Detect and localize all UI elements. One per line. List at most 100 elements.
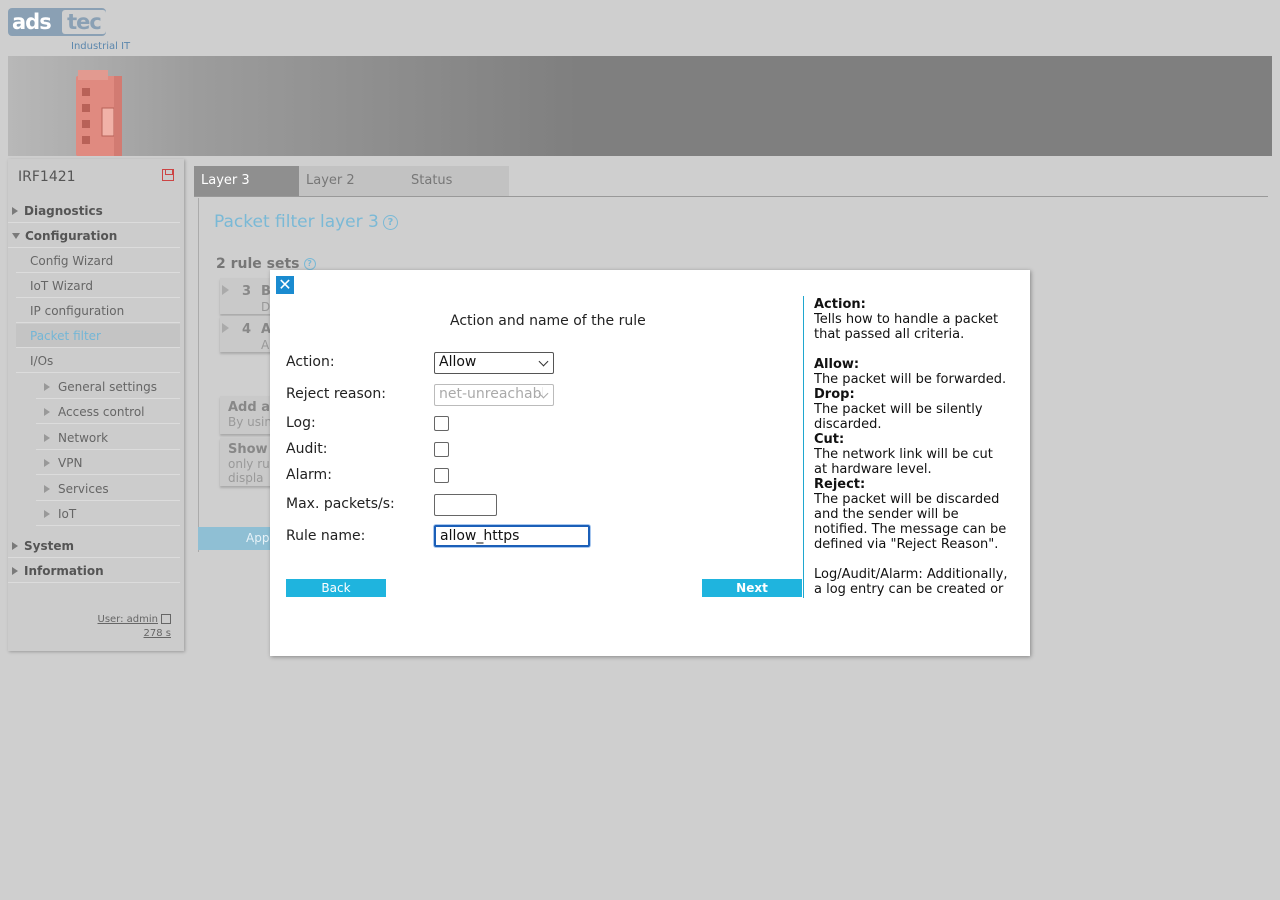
sidebar-item-label: IP configuration [30,304,125,318]
help-icon[interactable]: ? [303,258,316,270]
log-label: Log: [286,415,316,431]
session-timer[interactable]: 278 s [144,628,171,639]
collapse-arrow-icon [12,232,20,239]
logo-tagline: Industrial IT [71,41,131,52]
action-label: Action: [286,354,335,370]
sidebar-item-label: VPN [58,456,83,470]
expand-arrow-icon [12,541,18,550]
sidebar-item-label: Information [24,564,104,578]
help-icon[interactable]: ? [382,214,398,230]
audit-label: Audit: [286,441,328,457]
reject-reason-value: net-unreachable [439,386,543,402]
user-logout-link[interactable]: User: admin [97,614,171,625]
tab-layer2[interactable]: Layer 2 [299,166,404,196]
sidebar-item-configuration[interactable]: Configuration [8,224,180,248]
sidebar-item-general-settings[interactable]: General settings [36,375,180,399]
action-select[interactable]: Allow [434,352,554,374]
page-title-text: Packet filter layer 3 [214,212,379,232]
sidebar-item-iot[interactable]: IoT [36,502,180,526]
max-packets-label: Max. packets/s: [286,496,395,512]
help-text-action: Tells how to handle a packet that passed… [814,312,999,342]
device-name: IRF1421 [18,169,76,185]
help-heading-cut: Cut: [814,432,845,447]
sidebar-item-label: Services [58,482,109,496]
help-heading-reject: Reject: [814,477,866,492]
device-image [76,70,122,156]
help-heading-allow: Allow: [814,357,860,372]
sidebar-item-label: IoT Wizard [30,279,93,293]
next-button[interactable]: Next [702,579,802,597]
user-label: User: admin [97,614,159,625]
expand-arrow-icon [44,407,50,416]
rule-set-number: 3 [242,284,252,299]
sidebar-item-diagnostics[interactable]: Diagnostics [8,199,180,223]
sidebar-item-label: IoT [58,507,77,521]
expand-arrow-icon [12,566,18,575]
sidebar-item-label: Access control [58,405,145,419]
header-banner [8,56,1272,156]
page-title: Packet filter layer 3? [214,212,398,232]
sidebar-item-system[interactable]: System [8,534,180,558]
action-select-value: Allow [439,354,477,370]
expand-arrow-icon [44,382,50,391]
sidebar-item-label: Diagnostics [24,204,103,218]
sidebar-item-label: General settings [58,380,157,394]
max-packets-input[interactable] [434,494,497,516]
sidebar-item-config-wizard[interactable]: Config Wizard [16,249,180,273]
logout-icon [161,614,171,624]
rule-set-number: 4 [242,322,252,337]
help-text-drop: The packet will be silently discarded. [814,402,983,432]
close-icon[interactable]: ✕ [276,276,294,294]
expand-arrow-icon [44,509,50,518]
sidebar-item-information[interactable]: Information [8,559,180,583]
apply-button[interactable]: Appl [198,527,278,550]
sidebar-item-packet-filter[interactable]: Packet filter [16,324,180,348]
help-divider [803,296,804,598]
sidebar-item-label: Network [58,431,109,445]
sidebar-item-label: I/Os [30,354,54,368]
rule-set-description: D [261,300,271,314]
rule-dialog: ✕ Action and name of the rule Action: Al… [270,270,1030,656]
sidebar-item-services[interactable]: Services [36,477,180,501]
help-text-log: Log/Audit/Alarm: Additionally, a log ent… [814,567,1008,597]
logo-text-ads: ads [12,10,52,34]
adstec-logo: ads tec Industrial IT [8,8,138,54]
sidebar-item-access-control[interactable]: Access control [36,400,180,424]
audit-checkbox[interactable] [434,442,449,457]
dialog-title: Action and name of the rule [450,313,646,329]
save-icon[interactable] [162,169,174,181]
tab-status[interactable]: Status [404,166,509,196]
log-checkbox[interactable] [434,416,449,431]
back-button[interactable]: Back [286,579,386,597]
sidebar: IRF1421 Diagnostics Configuration Config… [8,159,184,651]
help-panel: Action: Tells how to handle a packet tha… [814,297,1010,597]
expand-arrow-icon [44,484,50,493]
help-text-cut: The network link will be cut at hardware… [814,447,993,477]
sidebar-item-label: System [24,539,74,553]
alarm-label: Alarm: [286,467,332,483]
sidebar-item-ios[interactable]: I/Os [16,349,180,373]
help-heading-drop: Drop: [814,387,855,402]
tab-layer3[interactable]: Layer 3 [194,166,299,196]
expand-arrow-icon [222,323,229,333]
help-text-reject: The packet will be discarded and the sen… [814,492,1007,552]
reject-reason-select: net-unreachable [434,384,554,406]
expand-arrow-icon [222,285,229,295]
sidebar-item-label: Config Wizard [30,254,114,268]
sidebar-item-network[interactable]: Network [36,426,180,450]
logo-text-tec: tec [62,10,106,34]
sidebar-item-label: Packet filter [30,329,101,343]
help-text-allow: The packet will be forwarded. [814,372,1007,387]
expand-arrow-icon [44,433,50,442]
sidebar-item-vpn[interactable]: VPN [36,451,180,475]
reject-reason-label: Reject reason: [286,386,386,402]
rule-name-input[interactable]: allow_https [434,525,590,547]
sidebar-item-label: Configuration [25,229,118,243]
rule-name-label: Rule name: [286,528,366,544]
tab-divider [194,196,1268,197]
alarm-checkbox[interactable] [434,468,449,483]
sidebar-item-ip-configuration[interactable]: IP configuration [16,299,180,323]
sidebar-item-iot-wizard[interactable]: IoT Wizard [16,274,180,298]
expand-arrow-icon [12,206,18,215]
logo-mark: ads tec [8,8,106,36]
